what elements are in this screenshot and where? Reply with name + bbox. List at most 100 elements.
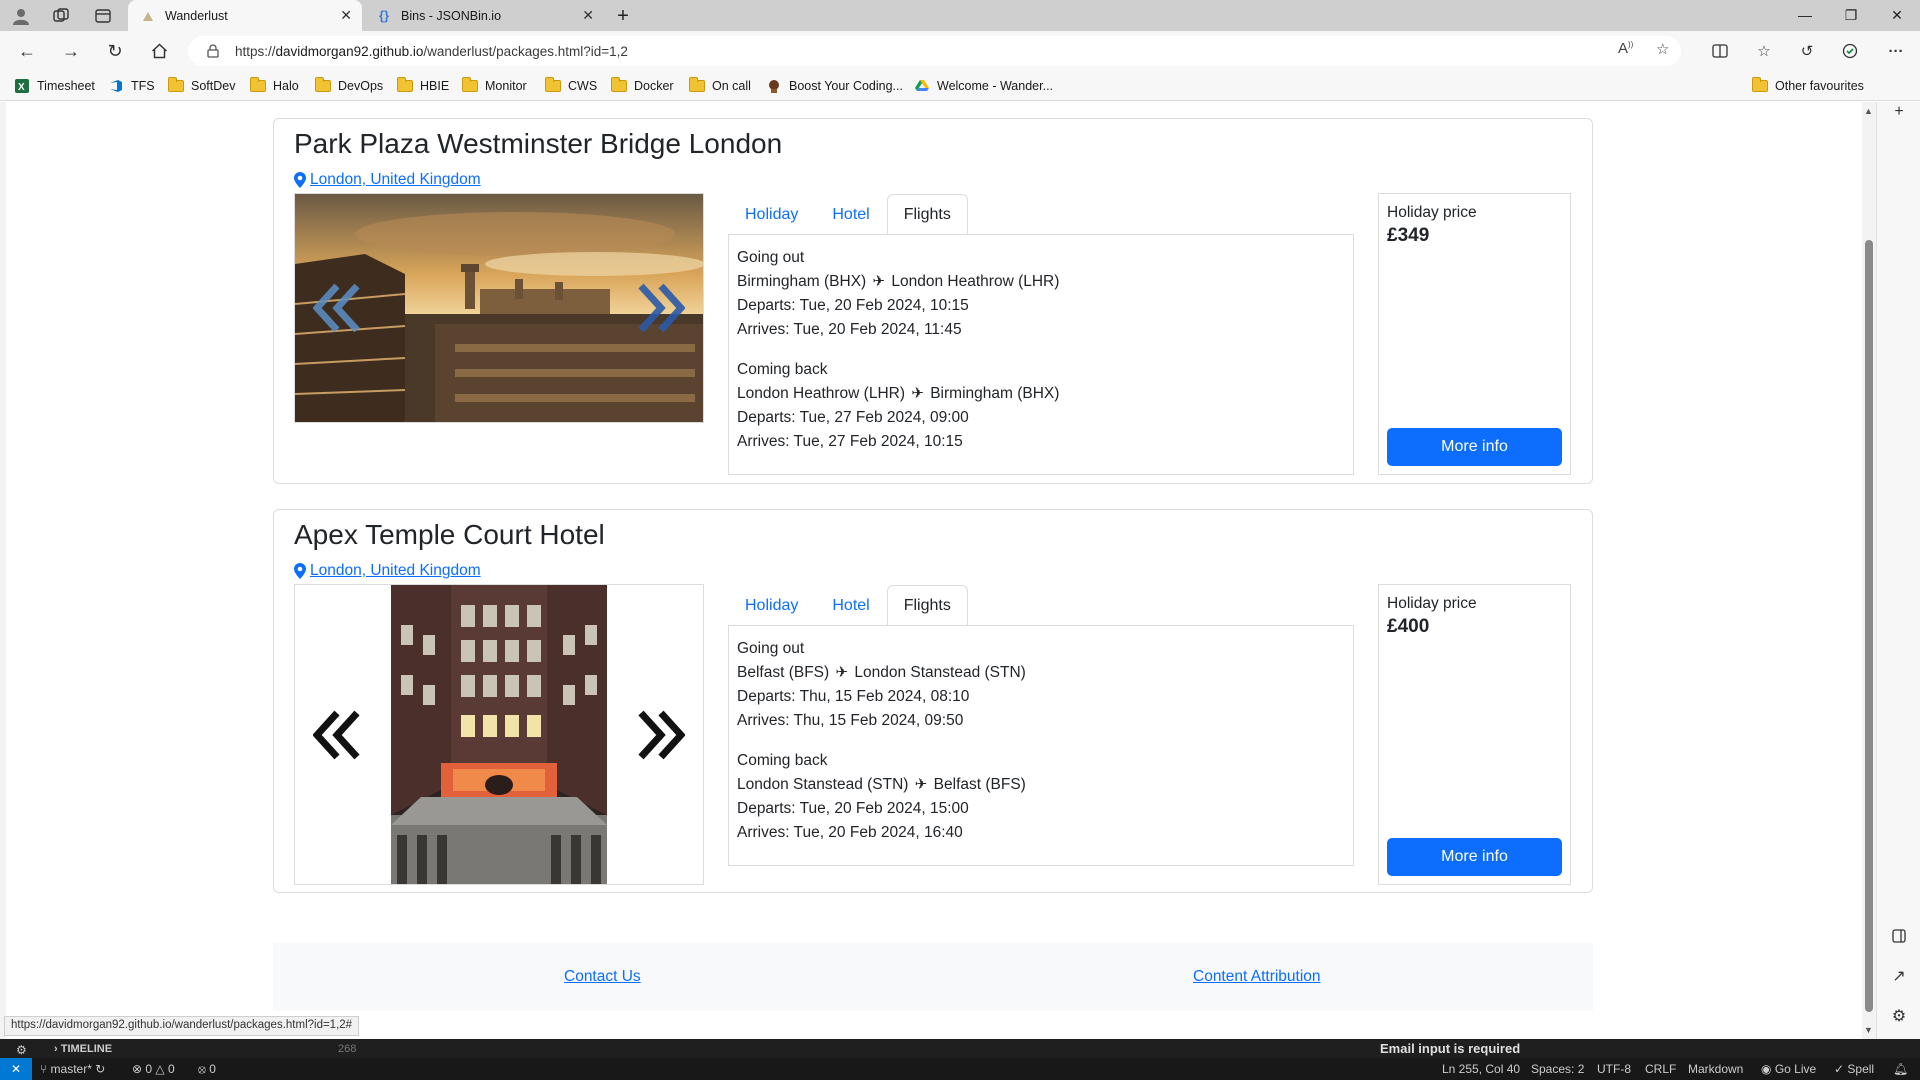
price-value: £349 — [1387, 225, 1430, 246]
tab-jsonbin[interactable]: {} Bins - JSONBin.io ✕ — [364, 0, 604, 31]
eol-status[interactable]: CRLF — [1645, 1062, 1676, 1076]
more-info-button[interactable]: More info — [1387, 838, 1562, 876]
package-card: Park Plaza Westminster Bridge London Lon… — [273, 118, 1593, 484]
profile-icon[interactable] — [10, 5, 32, 27]
forward-icon[interactable]: → — [58, 39, 84, 63]
favourite-halo[interactable]: Halo — [250, 77, 299, 95]
favourite-docker[interactable]: Docker — [611, 77, 674, 95]
favourite-boost-your-coding[interactable]: Boost Your Coding... — [766, 77, 903, 95]
bell-icon[interactable]: 🔔︎ — [1893, 1062, 1908, 1076]
favourite-on-call[interactable]: On call — [689, 77, 751, 95]
tab-hotel[interactable]: Hotel — [815, 585, 886, 626]
sidebar-panel-icon[interactable] — [1889, 926, 1909, 946]
scroll-down-icon[interactable]: ▼ — [1864, 1025, 1873, 1035]
flights-panel: Going out Belfast (BFS) ✈ London Stanste… — [728, 625, 1354, 866]
folder-icon — [315, 77, 331, 93]
add-sidebar-icon[interactable]: + — [1889, 102, 1909, 122]
home-icon[interactable] — [146, 39, 172, 63]
site-icon — [766, 79, 782, 93]
remote-icon[interactable]: ✕ — [0, 1058, 32, 1080]
go-live-button[interactable]: ◉ Go Live — [1761, 1062, 1816, 1076]
carousel-prev-icon[interactable] — [309, 278, 365, 338]
favourite-welcome-wander[interactable]: Welcome - Wander... — [914, 77, 1053, 95]
carousel-next-icon[interactable] — [633, 705, 689, 765]
contact-us-link[interactable]: Contact Us — [564, 968, 641, 986]
hotel-photo — [391, 585, 607, 884]
tab-hotel[interactable]: Hotel — [815, 194, 886, 235]
spell-status[interactable]: ✓ Spell — [1834, 1062, 1874, 1076]
tab-holiday[interactable]: Holiday — [728, 585, 815, 626]
folder-icon — [397, 77, 413, 93]
carousel-prev-icon[interactable] — [309, 705, 365, 765]
problems-status[interactable]: ⊗ 0 △ 0 — [132, 1062, 175, 1076]
inbound-route: London Stanstead (STN) ✈ Belfast (BFS) — [737, 773, 1345, 797]
carousel-next-icon[interactable] — [633, 278, 689, 338]
other-favourites[interactable]: Other favourites — [1752, 77, 1864, 95]
indentation-status[interactable]: Spaces: 2 — [1531, 1062, 1584, 1076]
back-icon[interactable]: ← — [14, 39, 40, 63]
minimize-icon[interactable]: — — [1790, 4, 1820, 26]
timeline-header[interactable]: › TIMELINE — [54, 1043, 112, 1055]
inbound-departs: Departs: Tue, 20 Feb 2024, 15:00 — [737, 800, 969, 817]
jsonbin-favicon-icon: {} — [378, 8, 390, 23]
favourite-devops[interactable]: DevOps — [315, 77, 383, 95]
favourite-star-icon[interactable]: ☆ — [1656, 40, 1669, 58]
more-info-button[interactable]: More info — [1387, 428, 1562, 466]
open-external-icon[interactable]: ↗ — [1889, 966, 1909, 986]
favourite-timesheet[interactable]: X Timesheet — [14, 77, 95, 95]
package-card: Apex Temple Court Hotel London, United K… — [273, 509, 1593, 893]
gear-icon[interactable]: ⚙ — [16, 1043, 27, 1057]
favourites-bar: X Timesheet TFS SoftDev Halo DevOps HBIE… — [0, 71, 1920, 101]
favourite-monitor[interactable]: Monitor — [462, 77, 527, 95]
outbound-heading: Going out — [737, 640, 805, 657]
price-box: Holiday price £400 More info — [1378, 584, 1571, 885]
language-status[interactable]: Markdown — [1688, 1062, 1743, 1076]
workspaces-icon[interactable] — [50, 5, 72, 27]
status-url-popup: https://davidmorgan92.github.io/wanderlu… — [4, 1016, 360, 1036]
scrollbar-thumb[interactable] — [1865, 240, 1873, 1012]
favourites-icon[interactable]: ☆ — [1752, 39, 1776, 63]
close-tab-icon[interactable]: ✕ — [582, 7, 594, 24]
refresh-icon[interactable]: ↻ — [102, 39, 128, 63]
tab-flights[interactable]: Flights — [886, 194, 968, 235]
tab-wanderlust[interactable]: Wanderlust ✕ — [128, 0, 362, 31]
map-pin-icon — [294, 172, 306, 188]
new-tab-button[interactable]: + — [612, 5, 634, 27]
lock-icon[interactable] — [206, 44, 220, 58]
vertical-tabs-icon[interactable] — [92, 5, 114, 27]
browser-tab-strip: Wanderlust ✕ {} Bins - JSONBin.io ✕ + — … — [0, 0, 1920, 31]
settings-gear-icon[interactable]: ⚙ — [1889, 1006, 1909, 1026]
tab-holiday[interactable]: Holiday — [728, 194, 815, 235]
extensions-icon[interactable] — [1838, 39, 1862, 63]
outbound-route: Birmingham (BHX) ✈ London Heathrow (LHR) — [737, 270, 1345, 294]
tab-flights[interactable]: Flights — [886, 585, 968, 626]
more-menu-icon[interactable]: ··· — [1884, 39, 1908, 63]
cursor-position[interactable]: Ln 255, Col 40 — [1442, 1062, 1520, 1076]
plane-icon: ✈ — [835, 664, 849, 681]
inbound-route: London Heathrow (LHR) ✈ Birmingham (BHX) — [737, 382, 1345, 406]
history-icon[interactable]: ↺ — [1795, 39, 1819, 63]
package-location-link[interactable]: London, United Kingdom — [294, 171, 481, 189]
favourite-softdev[interactable]: SoftDev — [168, 77, 235, 95]
address-bar[interactable]: https://davidmorgan92.github.io/wanderlu… — [188, 36, 1681, 66]
close-window-icon[interactable]: ✕ — [1882, 4, 1912, 26]
ports-status[interactable]: ⦻ 0 — [198, 1062, 216, 1077]
restore-icon[interactable]: ❐ — [1836, 4, 1866, 26]
content-attribution-link[interactable]: Content Attribution — [1193, 968, 1321, 986]
page-scrollbar[interactable]: ▲ ▼ — [1862, 102, 1876, 1039]
package-tabs: Holiday Hotel Flights — [728, 585, 968, 626]
split-screen-icon[interactable] — [1708, 39, 1732, 63]
outbound-departs: Departs: Tue, 20 Feb 2024, 10:15 — [737, 297, 969, 314]
inbound-heading: Coming back — [737, 752, 828, 769]
favourite-hbie[interactable]: HBIE — [397, 77, 449, 95]
close-tab-icon[interactable]: ✕ — [340, 7, 352, 24]
package-location-link[interactable]: London, United Kingdom — [294, 562, 481, 580]
favourite-cws[interactable]: CWS — [545, 77, 597, 95]
encoding-status[interactable]: UTF-8 — [1597, 1062, 1631, 1076]
outbound-route: Belfast (BFS) ✈ London Stanstead (STN) — [737, 661, 1345, 685]
scroll-up-icon[interactable]: ▲ — [1864, 106, 1873, 116]
favourite-tfs[interactable]: TFS — [108, 77, 155, 95]
read-aloud-icon[interactable]: A)) — [1618, 40, 1633, 57]
package-title: Park Plaza Westminster Bridge London — [294, 128, 783, 159]
branch-status[interactable]: ⑂ master* ↻ — [40, 1062, 105, 1076]
